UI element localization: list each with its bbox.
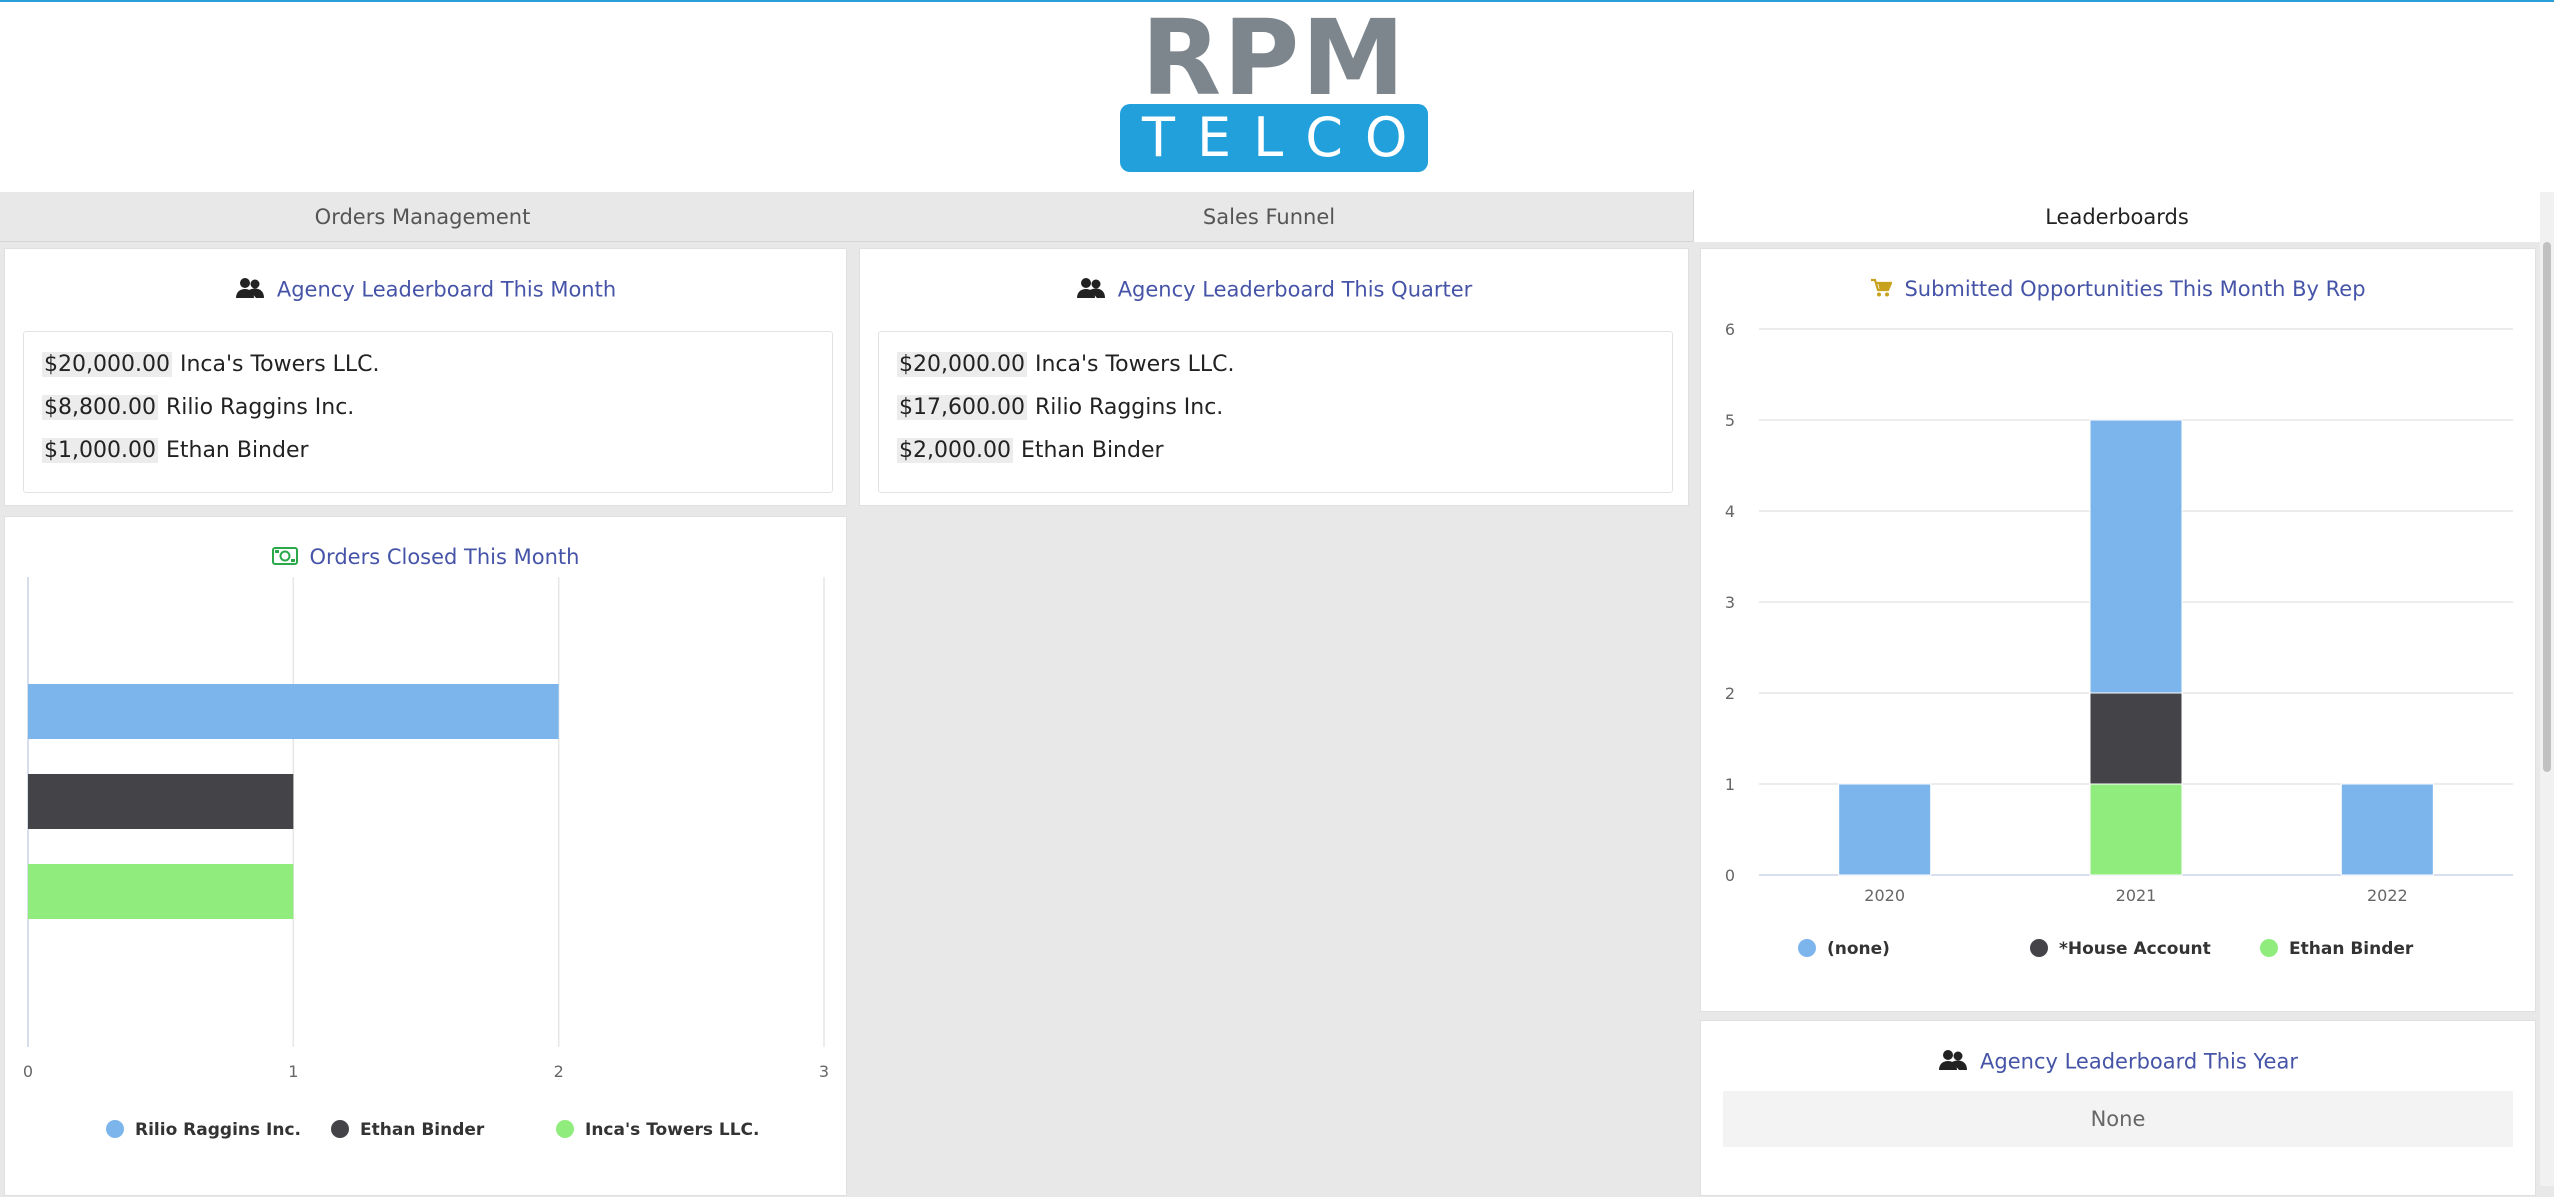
- rpm-telco-logo[interactable]: RPM TELCO: [1118, 2, 1430, 172]
- tab-leaderboards[interactable]: Leaderboards: [1693, 190, 2540, 242]
- agency-name: Rilio Raggins Inc.: [1034, 395, 1224, 420]
- list-item: $1,000.00 Ethan Binder: [42, 435, 309, 467]
- x-tick-label: 3: [819, 1062, 829, 1081]
- money-icon: [271, 546, 298, 570]
- logo-rpm-text: RPM: [1141, 0, 1407, 119]
- y-tick-label: 0: [1725, 866, 1735, 885]
- x-tick-label: 2022: [2367, 886, 2408, 905]
- y-tick-label: 4: [1725, 502, 1735, 521]
- orders-closed-title: Orders Closed This Month: [5, 545, 846, 570]
- legend-marker: [2030, 939, 2048, 957]
- tab-orders-management[interactable]: Orders Management: [0, 192, 845, 242]
- y-tick-label: 2: [1725, 684, 1735, 703]
- agency-name: Ethan Binder: [165, 438, 309, 463]
- bar: [2340, 783, 2434, 876]
- header: RPM TELCO: [0, 0, 2554, 192]
- list-item: $8,800.00 Rilio Raggins Inc.: [42, 392, 354, 424]
- legend-item: Rilio Raggins Inc.: [135, 1120, 301, 1140]
- amount: $20,000.00: [42, 352, 172, 377]
- legend-item: Inca's Towers LLC.: [585, 1120, 760, 1140]
- list-item: $20,000.00 Inca's Towers LLC.: [42, 349, 380, 381]
- opportunities-chart: 0 1 2 3 4 5 6 2020 2021 2022 (none) *House Account E…: [1725, 320, 2513, 959]
- y-tick-label: 6: [1725, 320, 1735, 339]
- month-leaderboard-panel: Agency Leaderboard This Month $20,000.00…: [4, 248, 847, 506]
- orders-closed-panel: Orders Closed This Month 0 1 2 3 Rilio Raggi…: [4, 516, 847, 1196]
- y-tick-label: 1: [1725, 775, 1735, 794]
- month-leaderboard-list: $20,000.00 Inca's Towers LLC. $8,800.00 Ri…: [23, 331, 833, 493]
- agency-name: Inca's Towers LLC.: [1034, 352, 1235, 377]
- year-leaderboard-title-text: Agency Leaderboard This Year: [1980, 1049, 2298, 1074]
- year-leaderboard-empty: None: [1723, 1091, 2513, 1147]
- amount: $2,000.00: [897, 438, 1013, 463]
- x-tick-label: 1: [288, 1062, 298, 1081]
- legend-item: Ethan Binder: [2289, 939, 2414, 959]
- quarter-leaderboard-title-text: Agency Leaderboard This Quarter: [1117, 277, 1473, 302]
- legend-marker: [331, 1120, 349, 1138]
- y-tick-label: 5: [1725, 411, 1735, 430]
- list-item: $2,000.00 Ethan Binder: [897, 435, 1164, 467]
- x-tick-label: 2020: [1864, 886, 1905, 905]
- users-icon: [1076, 277, 1106, 304]
- users-icon: [235, 277, 265, 304]
- legend-marker: [556, 1120, 574, 1138]
- month-leaderboard-title: Agency Leaderboard This Month: [5, 277, 846, 304]
- users-icon: [1938, 1049, 1968, 1076]
- legend-item: *House Account: [2059, 939, 2211, 959]
- agency-name: Inca's Towers LLC.: [179, 352, 380, 377]
- logo-telco-text: TELCO: [1120, 104, 1428, 172]
- year-leaderboard-panel: Agency Leaderboard This Year None: [1700, 1020, 2536, 1196]
- bar: [28, 684, 559, 739]
- amount: $20,000.00: [897, 352, 1027, 377]
- year-leaderboard-title: Agency Leaderboard This Year: [1701, 1049, 2535, 1076]
- quarter-leaderboard-title: Agency Leaderboard This Quarter: [860, 277, 1688, 304]
- orders-closed-chart: 0 1 2 3 Rilio Raggins Inc. Ethan Binder Inca's…: [23, 577, 829, 1140]
- amount: $17,600.00: [897, 395, 1027, 420]
- legend-item: (none): [1827, 939, 1890, 959]
- amount: $1,000.00: [42, 438, 158, 463]
- bar: [2089, 419, 2183, 694]
- orders-closed-title-text: Orders Closed This Month: [309, 545, 580, 569]
- y-tick-label: 3: [1725, 593, 1735, 612]
- quarter-leaderboard-list: $20,000.00 Inca's Towers LLC. $17,600.00 R…: [878, 331, 1673, 493]
- legend-marker: [2260, 939, 2278, 957]
- opportunities-title: Submitted Opportunities This Month By Re…: [1701, 277, 2535, 303]
- list-item: $17,600.00 Rilio Raggins Inc.: [897, 392, 1223, 424]
- legend-item: Ethan Binder: [360, 1120, 485, 1140]
- opportunities-panel: Submitted Opportunities This Month By Re…: [1700, 248, 2536, 1012]
- quarter-leaderboard-panel: Agency Leaderboard This Quarter $20,000.…: [859, 248, 1689, 506]
- bar: [2089, 692, 2183, 785]
- scrollbar-thumb[interactable]: [2543, 242, 2551, 772]
- cart-icon: [1870, 278, 1894, 303]
- tab-bar: Orders Management Sales Funnel Leaderboa…: [0, 190, 2554, 242]
- legend-marker: [106, 1120, 124, 1138]
- agency-name: Ethan Binder: [1020, 438, 1164, 463]
- bar: [1838, 783, 1932, 876]
- scrollbar[interactable]: [2540, 192, 2554, 1186]
- tab-sales-funnel[interactable]: Sales Funnel: [845, 192, 1693, 242]
- legend-marker: [1798, 939, 1816, 957]
- x-tick-label: 0: [23, 1062, 33, 1081]
- month-leaderboard-title-text: Agency Leaderboard This Month: [276, 277, 617, 302]
- agency-name: Rilio Raggins Inc.: [165, 395, 355, 420]
- opportunities-title-text: Submitted Opportunities This Month By Re…: [1904, 277, 2366, 301]
- bar: [2089, 783, 2183, 876]
- bar: [28, 774, 294, 829]
- bar: [28, 864, 294, 919]
- list-item: $20,000.00 Inca's Towers LLC.: [897, 349, 1235, 381]
- x-tick-label: 2: [554, 1062, 564, 1081]
- x-tick-label: 2021: [2116, 886, 2157, 905]
- amount: $8,800.00: [42, 395, 158, 420]
